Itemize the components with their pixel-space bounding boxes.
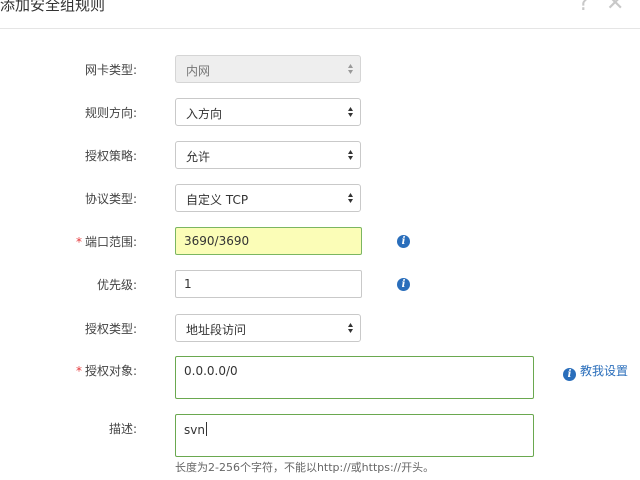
- priority-value: 1: [184, 277, 192, 291]
- chevron-up-down-icon: [348, 323, 353, 333]
- nic-type-select: 内网: [175, 55, 361, 83]
- description-hint: 长度为2-256个字符，不能以http://或https://开头。: [175, 461, 435, 474]
- text-caret: [205, 422, 207, 436]
- chevron-up-down-icon: [348, 107, 353, 117]
- policy-value: 允许: [186, 150, 211, 164]
- auth-object-value: 0.0.0.0/0: [184, 364, 238, 378]
- info-icon: i: [563, 368, 576, 381]
- nic-type-label: 网卡类型:: [84, 63, 137, 77]
- auth-type-label: 授权类型:: [84, 322, 137, 336]
- direction-select[interactable]: 入方向: [175, 98, 361, 126]
- protocol-select[interactable]: 自定义 TCP: [175, 184, 361, 212]
- description-textarea[interactable]: svn: [175, 414, 534, 457]
- nic-type-value: 内网: [186, 64, 211, 78]
- dialog-title: 添加安全组规则: [0, 0, 106, 14]
- teach-me-label: 教我设置: [580, 364, 629, 378]
- chevron-up-down-icon: [348, 64, 353, 74]
- teach-me-link[interactable]: i 教我设置: [563, 362, 628, 381]
- port-range-input[interactable]: 3690/3690: [175, 227, 362, 255]
- port-range-label: * 端口范围:: [75, 235, 137, 249]
- info-icon[interactable]: i: [397, 278, 410, 291]
- protocol-value: 自定义 TCP: [186, 193, 249, 207]
- protocol-label: 协议类型:: [84, 192, 137, 206]
- info-icon[interactable]: i: [397, 235, 410, 248]
- policy-select[interactable]: 允许: [175, 141, 361, 169]
- description-label: 描述:: [108, 422, 137, 436]
- auth-object-textarea[interactable]: 0.0.0.0/0: [175, 356, 534, 399]
- close-icon[interactable]: ✕: [606, 0, 624, 15]
- priority-input[interactable]: 1: [175, 270, 362, 298]
- policy-label: 授权策略:: [84, 149, 137, 163]
- chevron-up-down-icon: [348, 193, 353, 203]
- help-icon[interactable]: ?: [578, 0, 590, 15]
- chevron-up-down-icon: [348, 150, 353, 160]
- auth-object-label: * 授权对象:: [75, 364, 137, 378]
- port-range-value: 3690/3690: [184, 234, 250, 248]
- priority-label: 优先级:: [96, 278, 137, 292]
- auth-type-select[interactable]: 地址段访问: [175, 314, 361, 342]
- direction-value: 入方向: [186, 107, 223, 121]
- description-value: svn: [184, 422, 207, 437]
- required-mark: *: [75, 235, 82, 249]
- dialog-header: 添加安全组规则 ? ✕: [0, 0, 640, 29]
- direction-label: 规则方向:: [84, 106, 137, 120]
- required-mark: *: [75, 364, 82, 378]
- auth-type-value: 地址段访问: [186, 323, 247, 337]
